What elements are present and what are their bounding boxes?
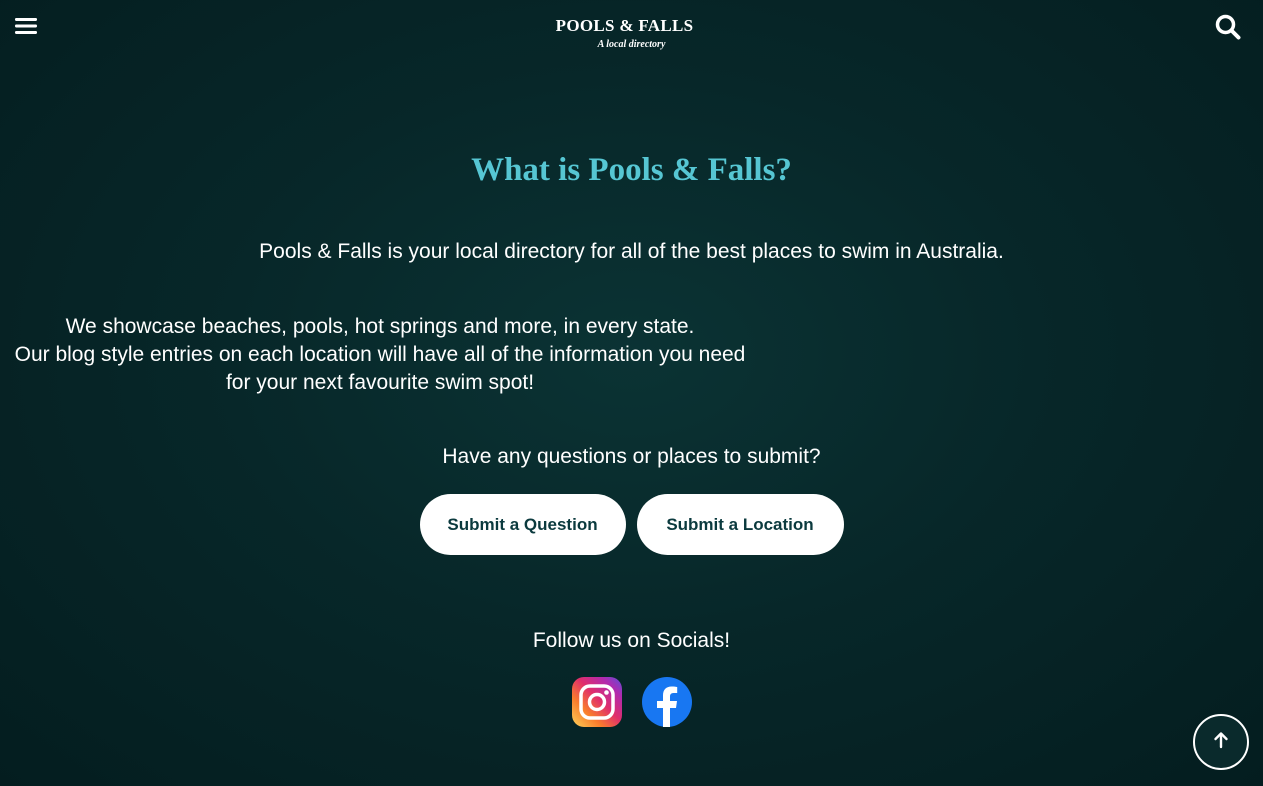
top-navigation: POOLS & FALLS A local directory <box>0 0 1263 62</box>
instagram-icon[interactable] <box>571 677 622 727</box>
description-block: We showcase beaches, pools, hot springs … <box>0 313 1263 397</box>
submit-location-button[interactable]: Submit a Location <box>636 494 844 555</box>
showcase-text: We showcase beaches, pools, hot springs … <box>65 315 695 338</box>
question-prompt: Have any questions or places to submit? <box>442 445 821 468</box>
social-links <box>0 677 1263 727</box>
page-title: What is Pools & Falls? <box>471 152 792 188</box>
arrow-up-icon <box>1212 731 1230 754</box>
about-section: What is Pools & Falls? Pools & Falls is … <box>0 150 1263 727</box>
facebook-icon[interactable] <box>641 677 692 727</box>
submit-buttons: Submit a Question Submit a Location <box>0 494 1263 555</box>
blog-text: Our blog style entries on each location … <box>14 343 746 394</box>
intro-text: Pools & Falls is your local directory fo… <box>259 240 1004 263</box>
back-to-top-button[interactable] <box>1193 714 1249 770</box>
logo-title: POOLS & FALLS <box>555 16 694 35</box>
submit-question-button[interactable]: Submit a Question <box>419 494 626 555</box>
follow-label: Follow us on Socials! <box>532 629 731 652</box>
site-logo[interactable]: POOLS & FALLS A local directory <box>0 16 1263 51</box>
search-icon[interactable] <box>1213 12 1243 42</box>
logo-tagline: A local directory <box>597 39 666 50</box>
